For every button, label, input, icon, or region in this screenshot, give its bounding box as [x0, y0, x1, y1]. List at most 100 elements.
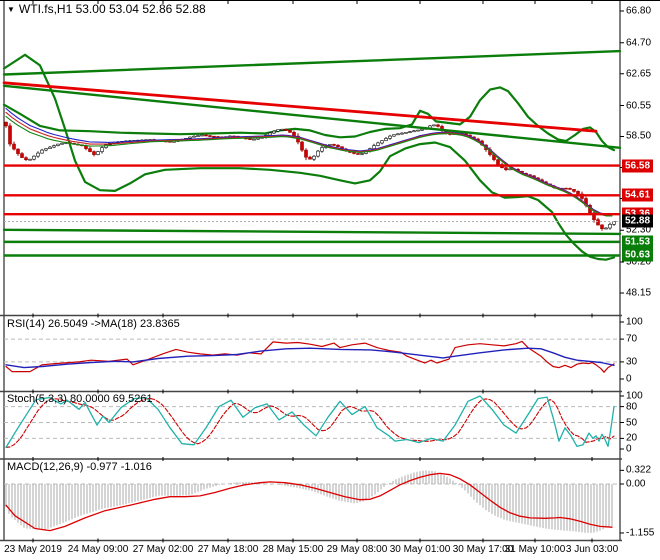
candle-body [504, 167, 508, 170]
candle-body [356, 153, 360, 155]
candle-body [28, 158, 32, 161]
candle-body [272, 130, 276, 134]
stoch-axis-label: 0 [626, 443, 632, 455]
candle-body [508, 168, 512, 171]
price-axis-label: 66.80 [626, 5, 652, 17]
time-axis-label: 31 May 10:00 [504, 544, 566, 555]
candle-body [56, 143, 60, 146]
rsi-axis-label: 70 [626, 333, 638, 345]
candle-body [396, 133, 400, 136]
candle-body [40, 149, 44, 154]
candle-body [204, 134, 208, 137]
rsi-axis-label: 30 [626, 356, 638, 368]
candle-body [276, 129, 280, 132]
candle-body [316, 150, 320, 157]
background [0, 0, 660, 560]
stoch-axis-label: 80 [626, 401, 638, 413]
candle-body [300, 141, 304, 151]
candle-body [284, 129, 288, 131]
candle-body [196, 135, 200, 137]
candle-body [372, 145, 376, 149]
candle-body [608, 224, 612, 229]
rsi-axis-label: 0 [626, 373, 632, 385]
time-axis-label: 27 May 02:00 [132, 544, 194, 555]
time-axis-label: 24 May 09:00 [67, 544, 129, 555]
candle-body [312, 155, 316, 160]
candle-body [52, 145, 56, 148]
price-axis-label: 64.70 [626, 37, 652, 49]
candle-body [404, 132, 408, 134]
candle-body [44, 148, 48, 151]
candle-body [24, 157, 28, 160]
candle-body [8, 125, 12, 145]
candle-body [436, 124, 440, 127]
candle-body [36, 152, 40, 157]
candle-body [600, 224, 604, 229]
candle-body [288, 129, 292, 133]
time-axis-label: 27 May 18:00 [197, 544, 259, 555]
candle-body [416, 129, 420, 132]
candle-body [384, 138, 388, 141]
candle-body [60, 143, 64, 145]
chart-canvas [0, 0, 660, 560]
candle-body [376, 142, 380, 146]
macd-axis-label: -1.155 [626, 527, 655, 539]
candle-body [256, 137, 260, 140]
price-axis-label: 62.65 [626, 68, 652, 80]
candle-body [292, 132, 296, 137]
candle-body [92, 151, 96, 155]
candle-body [576, 191, 580, 195]
candle-body [252, 138, 256, 141]
candle-body [88, 148, 92, 152]
stoch-indicator-title: Stoch(5,3,3) 80.0000 69.5261 [7, 393, 153, 405]
time-axis-label: 30 May 01:00 [389, 544, 451, 555]
candle-body [380, 140, 384, 144]
rsi-axis-label: 100 [626, 316, 643, 328]
time-axis-label: 23 May 2019 [4, 544, 62, 555]
candle-body [192, 135, 196, 138]
symbol-dropdown-icon[interactable]: ▼ [7, 5, 15, 14]
candle-body [352, 152, 356, 154]
candle-body [20, 153, 24, 158]
candle-body [212, 135, 216, 138]
candle-body [320, 147, 324, 152]
candle-body [400, 132, 404, 135]
macd-indicator-title: MACD(12,26,9) -0.977 -1.016 [7, 461, 152, 473]
candle-body [412, 130, 416, 133]
candle-body [16, 148, 20, 154]
candle-body [360, 153, 364, 155]
candle-body [188, 136, 192, 139]
candle-body [208, 135, 212, 137]
stoch-axis-label: 100 [626, 390, 643, 402]
candle-body [200, 134, 204, 137]
price-axis-label: 48.15 [626, 287, 652, 299]
candle-body [392, 134, 396, 137]
time-axis-label: 28 May 15:00 [262, 544, 324, 555]
candle-body [572, 189, 576, 192]
candle-body [388, 135, 392, 139]
chart-header: ▼ WTI.fs,H1 53.00 53.04 52.86 52.88 [7, 2, 206, 16]
candle-body [4, 121, 8, 127]
candle-body [100, 147, 104, 152]
price-axis-label: 60.55 [626, 100, 652, 111]
time-axis-label: 3 Jun 03:00 [565, 544, 619, 555]
macd-axis-label: 0.00 [626, 478, 646, 490]
candle-body [596, 219, 600, 226]
candle-body [604, 227, 608, 230]
candle-body [408, 131, 412, 133]
price-level-badge-resistance: 54.61 [622, 188, 654, 202]
candle-body [48, 146, 52, 149]
candle-body [248, 138, 252, 140]
candle-body [268, 132, 272, 136]
candle-body [336, 144, 340, 147]
price-level-badge-resistance: 56.58 [622, 159, 654, 173]
candle-body [304, 149, 308, 158]
price-level-badge-support: 50.63 [622, 248, 654, 262]
candle-body [328, 144, 332, 146]
time-axis-label: 29 May 08:00 [326, 544, 388, 555]
candle-body [96, 151, 100, 155]
candle-body [308, 156, 312, 160]
candle-body [32, 155, 36, 160]
price-level-badge-support: 51.53 [622, 235, 654, 249]
candle-body [568, 188, 572, 190]
